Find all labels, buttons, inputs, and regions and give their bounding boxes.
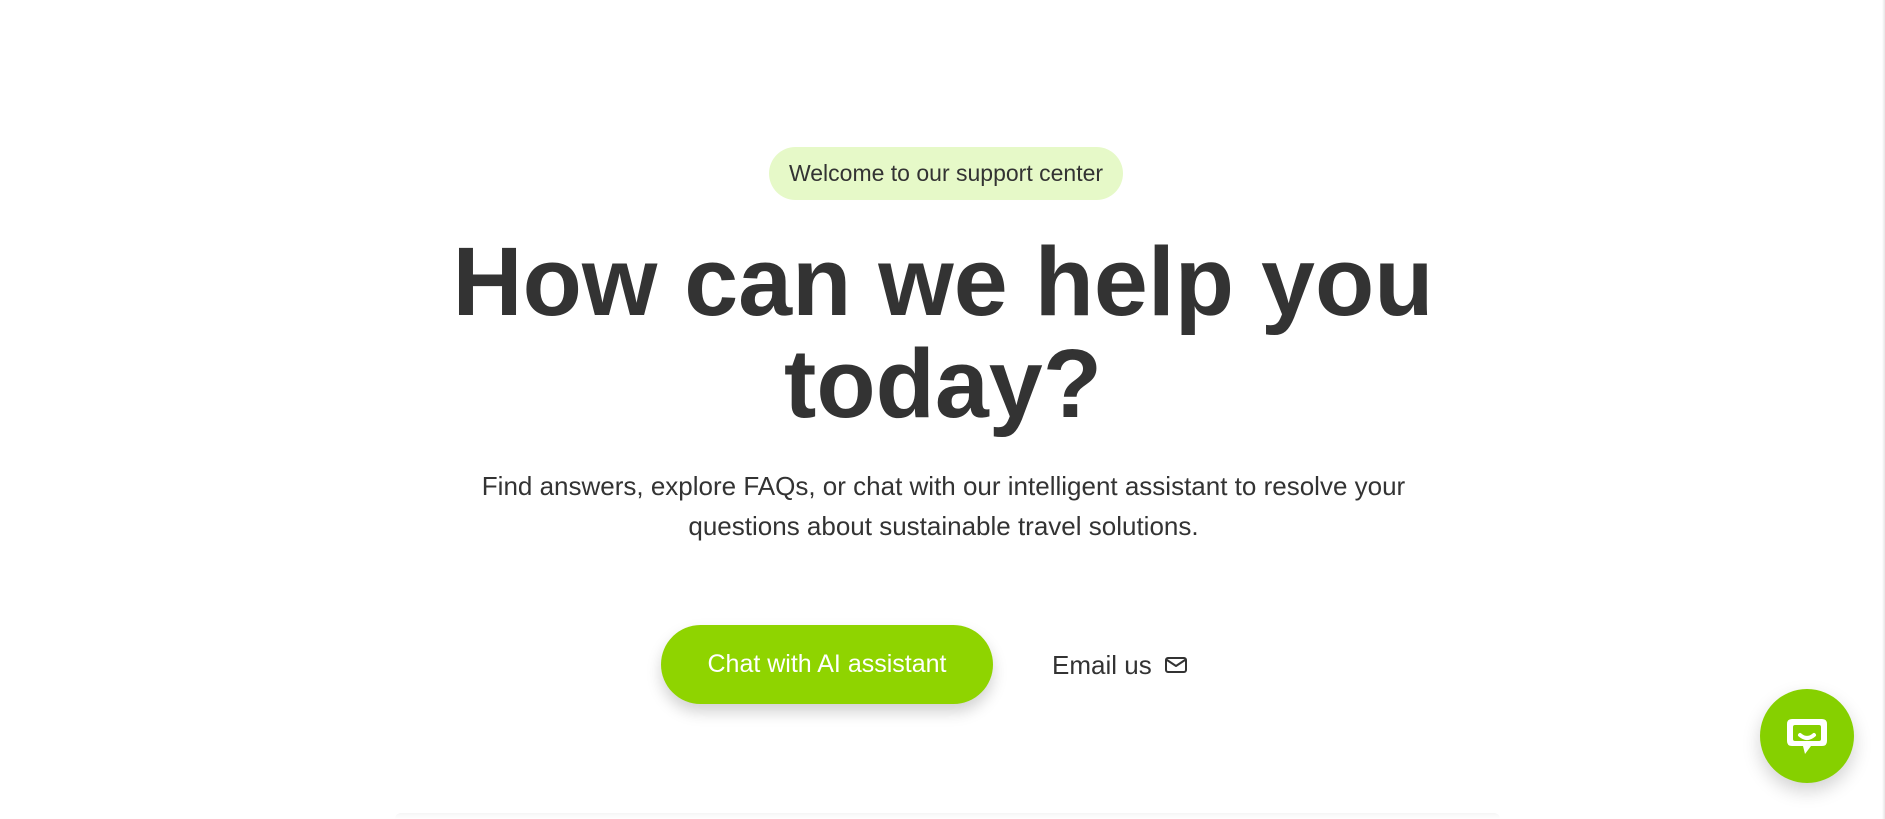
email-us-label: Email us [1052,650,1152,680]
chat-launcher-button[interactable] [1760,689,1854,783]
chat-bubble-icon [1782,711,1832,761]
mail-icon [1164,654,1188,676]
hero-subtitle: Find answers, explore FAQs, or chat with… [481,471,1406,541]
content-card-edge [395,813,1500,819]
hero-section: Welcome to our support center How can we… [0,0,1885,819]
chat-with-ai-button[interactable]: Chat with AI assistant [661,625,993,704]
page-title: How can we help you today? [452,227,1434,438]
welcome-badge: Welcome to our support center [769,147,1123,200]
email-us-link[interactable]: Email us [1052,648,1188,682]
support-center-page: Welcome to our support center How can we… [0,0,1885,819]
